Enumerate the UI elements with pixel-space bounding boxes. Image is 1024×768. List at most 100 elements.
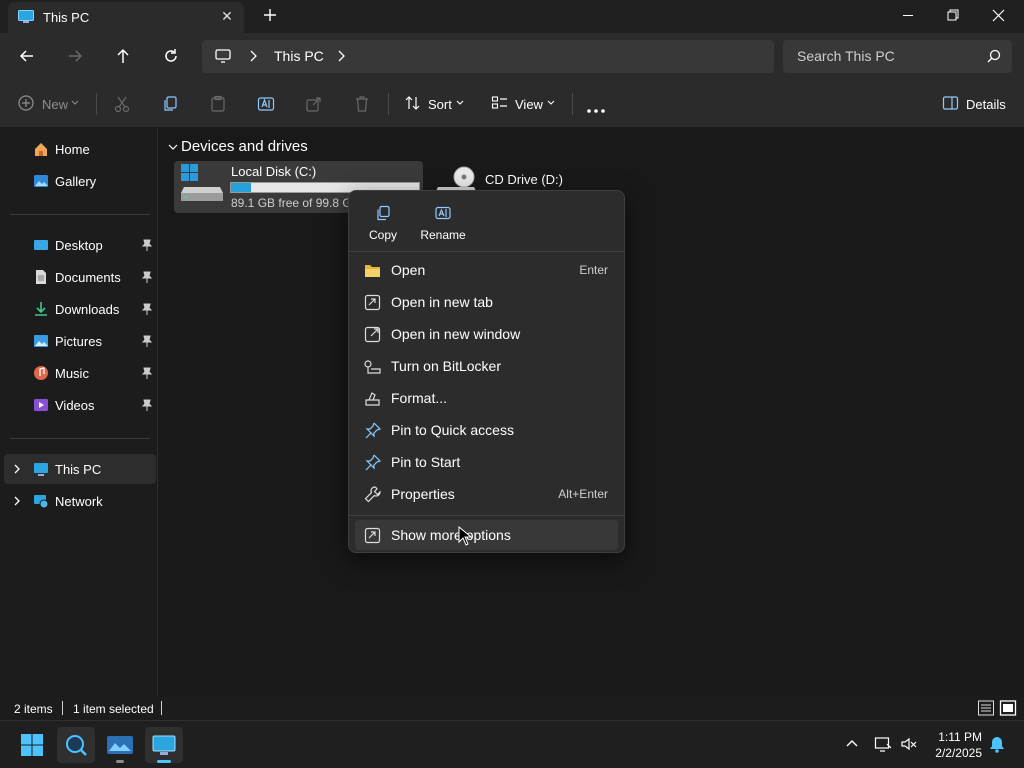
close-window-icon[interactable] <box>976 0 1022 32</box>
context-rename-button[interactable]: Rename <box>415 199 471 247</box>
chevron-down-icon <box>456 100 464 105</box>
file-explorer-taskbar-button[interactable] <box>145 727 183 763</box>
menu-item-label: Open <box>391 262 426 278</box>
menu-item-bitlocker[interactable]: Turn on BitLocker <box>355 351 618 381</box>
sidebar-item-videos[interactable]: Videos <box>4 390 156 420</box>
chevron-right-icon[interactable] <box>12 495 22 507</box>
sidebar-item-label: This PC <box>55 462 102 477</box>
copy-icon[interactable] <box>161 94 179 114</box>
menu-item-open-new-window[interactable]: Open in new window <box>355 319 618 349</box>
more-icon[interactable] <box>586 101 606 121</box>
format-drive-icon <box>365 392 380 406</box>
share-icon[interactable] <box>305 94 323 114</box>
group-title: Devices and drives <box>181 138 308 155</box>
large-icons-view-icon[interactable] <box>999 699 1017 717</box>
pin-icon <box>365 454 381 471</box>
details-view-icon[interactable] <box>977 699 995 717</box>
notification-bell-icon[interactable] <box>988 735 1006 753</box>
context-copy-button[interactable]: Copy <box>355 199 411 247</box>
sidebar-item-gallery[interactable]: Gallery <box>4 166 156 196</box>
view-button[interactable]: View <box>491 94 557 114</box>
add-tab-icon[interactable] <box>262 7 278 23</box>
more-options-icon <box>364 527 381 544</box>
close-tab-icon[interactable]: ✕ <box>219 8 235 24</box>
search-input[interactable]: Search This PC <box>783 40 1012 73</box>
sidebar-item-documents[interactable]: Documents <box>4 262 156 292</box>
sidebar-item-downloads[interactable]: Downloads <box>4 294 156 324</box>
pin-icon[interactable] <box>142 271 152 283</box>
cut-icon[interactable] <box>113 94 131 114</box>
search-placeholder: Search This PC <box>797 48 895 64</box>
pin-icon[interactable] <box>142 335 152 347</box>
start-button[interactable] <box>13 727 51 763</box>
paste-icon[interactable] <box>209 94 227 114</box>
menu-item-properties[interactable]: Properties Alt+Enter <box>355 479 618 509</box>
network-status-icon[interactable] <box>874 735 892 753</box>
menu-item-open-new-tab[interactable]: Open in new tab <box>355 287 618 317</box>
menu-item-format[interactable]: Format... <box>355 383 618 413</box>
menu-item-shortcut: Alt+Enter <box>558 487 608 501</box>
divider <box>10 214 150 215</box>
breadcrumb-this-pc[interactable]: This PC <box>274 48 324 64</box>
sidebar-item-this-pc[interactable]: This PC <box>4 454 156 484</box>
refresh-icon[interactable] <box>157 43 185 69</box>
clock-date[interactable]: 2/2/2025 <box>920 746 982 760</box>
drive-free-space: 89.1 GB free of 99.8 GB <box>231 196 360 210</box>
divider <box>10 438 150 439</box>
sidebar-item-label: Desktop <box>55 238 103 253</box>
sidebar-item-home[interactable]: Home <box>4 134 156 164</box>
navigation-row: This PC Search This PC <box>0 33 1024 79</box>
widgets-button[interactable] <box>101 727 139 763</box>
chevron-right-icon[interactable] <box>336 49 346 63</box>
minimize-icon[interactable] <box>885 0 931 32</box>
sidebar-item-label: Pictures <box>55 334 102 349</box>
sidebar-item-network[interactable]: Network <box>4 486 156 516</box>
file-explorer-icon <box>152 735 176 755</box>
delete-icon[interactable] <box>353 94 371 114</box>
sidebar-item-pictures[interactable]: Pictures <box>4 326 156 356</box>
chevron-down-icon[interactable] <box>167 141 179 153</box>
chevron-right-icon[interactable] <box>248 49 258 63</box>
chevron-right-icon[interactable] <box>12 463 22 475</box>
menu-item-label: Show more options <box>391 527 511 543</box>
volume-muted-icon[interactable] <box>900 735 918 753</box>
sidebar-item-label: Videos <box>55 398 95 413</box>
menu-item-pin-quick-access[interactable]: Pin to Quick access <box>355 415 618 445</box>
menu-item-open[interactable]: Open Enter <box>355 255 618 285</box>
new-button[interactable]: New <box>17 94 81 114</box>
item-count: 2 items <box>14 702 53 716</box>
back-arrow-icon[interactable] <box>13 43 41 69</box>
home-icon <box>35 143 47 156</box>
restore-icon[interactable] <box>930 0 976 32</box>
divider <box>96 93 97 115</box>
menu-item-label: Pin to Start <box>391 454 461 470</box>
details-label: Details <box>966 97 1006 112</box>
menu-item-show-more-options[interactable]: Show more options <box>355 520 618 550</box>
up-arrow-icon[interactable] <box>109 43 137 69</box>
forward-arrow-icon[interactable] <box>61 43 89 69</box>
pin-icon[interactable] <box>142 367 152 379</box>
address-bar[interactable]: This PC <box>202 40 774 73</box>
folder-open-icon <box>365 265 380 277</box>
taskbar-search-button[interactable] <box>57 727 95 763</box>
pin-icon[interactable] <box>142 303 152 315</box>
pin-icon[interactable] <box>142 399 152 411</box>
selection-count: 1 item selected <box>73 702 154 716</box>
divider <box>62 701 63 715</box>
details-button[interactable]: Details <box>942 94 1008 114</box>
network-icon <box>34 495 49 509</box>
sort-icon <box>405 96 420 110</box>
chevron-up-icon[interactable] <box>843 735 861 753</box>
pin-icon[interactable] <box>142 239 152 251</box>
clock-time[interactable]: 1:11 PM <box>936 730 982 744</box>
divider <box>572 93 573 115</box>
sidebar-item-desktop[interactable]: Desktop <box>4 230 156 260</box>
divider <box>388 93 389 115</box>
rename-icon[interactable] <box>257 94 275 114</box>
menu-item-pin-start[interactable]: Pin to Start <box>355 447 618 477</box>
this-pc-icon <box>34 463 48 476</box>
sort-button[interactable]: Sort <box>404 94 466 114</box>
search-icon[interactable] <box>987 49 1001 63</box>
tab-this-pc[interactable]: This PC ✕ <box>8 2 244 33</box>
sidebar-item-music[interactable]: Music <box>4 358 156 388</box>
